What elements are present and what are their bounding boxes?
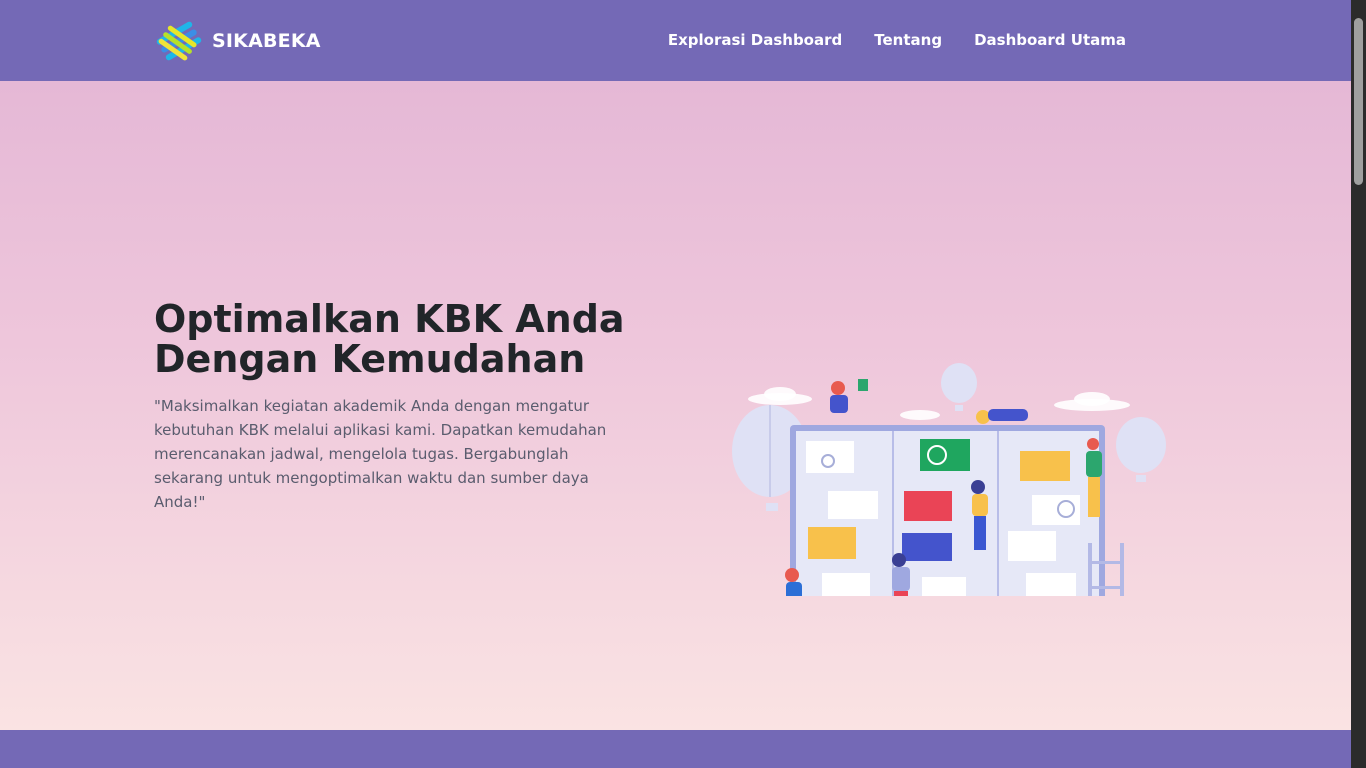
hero-title-line-1: Optimalkan KBK Anda [154,297,625,341]
team-kanban-board-illustration [732,363,1166,596]
hero-description: "Maksimalkan kegiatan akademik Anda deng… [154,397,607,511]
nav-link-explorasi-dashboard[interactable]: Explorasi Dashboard [668,31,842,49]
nav-link-tentang[interactable]: Tentang [874,31,942,49]
sikabeka-logo-icon [156,21,202,61]
hero-section: Optimalkan KBK Anda Dengan Kemudahan "Ma… [0,81,1351,730]
nav-link-dashboard-utama[interactable]: Dashboard Utama [974,31,1126,49]
top-navbar: SIKABEKA Explorasi Dashboard Tentang Das… [0,0,1351,81]
page: SIKABEKA Explorasi Dashboard Tentang Das… [0,0,1351,768]
brand-home-link[interactable]: SIKABEKA [154,16,321,66]
brand-name: SIKABEKA [212,30,321,52]
scrollbar-thumb[interactable] [1354,18,1363,185]
footer-band [0,730,1351,768]
hero-title-line-2: Dengan Kemudahan [154,337,586,381]
hero-title: Optimalkan KBK Anda Dengan Kemudahan [154,299,674,379]
nav-links: Explorasi Dashboard Tentang Dashboard Ut… [668,31,1126,49]
